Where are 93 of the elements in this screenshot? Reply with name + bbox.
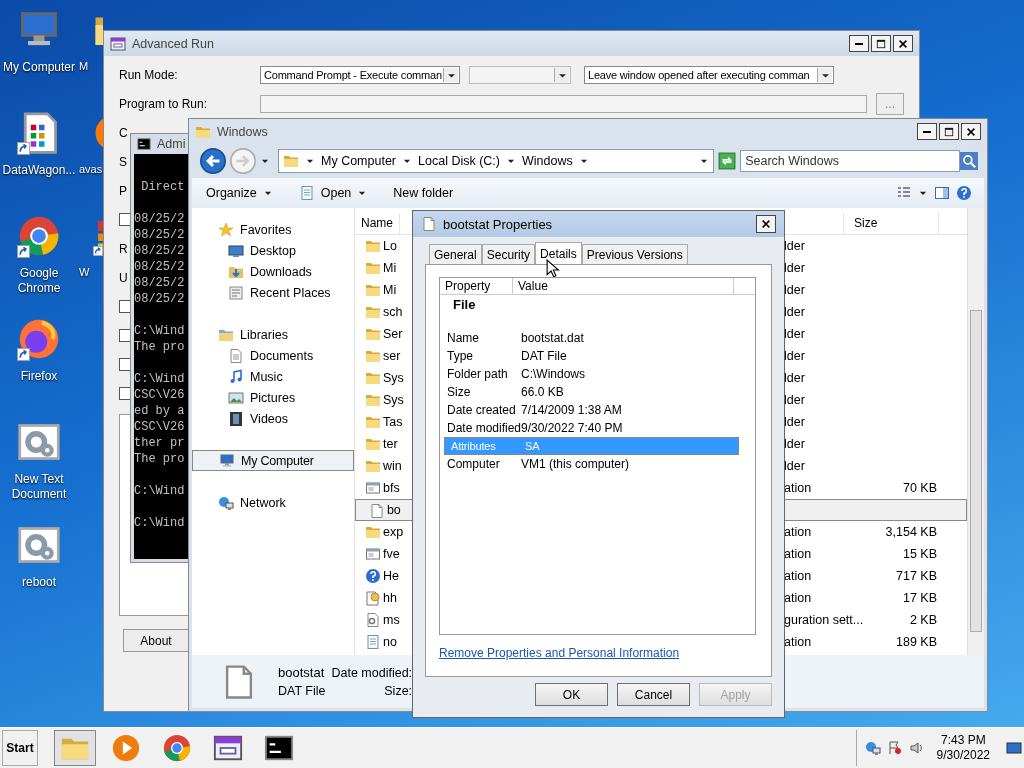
property-value: VM1 (this computer) (521, 457, 630, 471)
file-name: win (383, 459, 403, 473)
file-name: ter (383, 437, 399, 451)
field-label: C (119, 125, 129, 140)
file-type: ation (784, 525, 812, 539)
file-name: Lo (383, 239, 398, 253)
file-size: 17 KB (902, 591, 937, 605)
property-name: Size (446, 385, 472, 399)
file-type: lder (784, 261, 805, 275)
property-name: Date modified (446, 421, 521, 435)
console-line: 08/25/2 (134, 291, 185, 307)
property-value: 7/14/2009 1:38 AM (521, 403, 622, 417)
file-size: 2 KB (909, 613, 937, 627)
property-name: Folder path (446, 367, 509, 381)
file-size: 15 KB (902, 547, 937, 561)
file-name: bootstat (278, 665, 326, 680)
console-line: The pro (134, 339, 185, 355)
file-name: He (383, 569, 400, 583)
file-type: lder (784, 283, 805, 297)
console-line: ther pr (134, 435, 185, 451)
file-type: lder (784, 459, 805, 473)
field-label: S (119, 154, 128, 169)
file-name: sch (383, 305, 403, 319)
file-name: Sys (383, 371, 403, 385)
field-label: Program to Run: (119, 97, 209, 111)
console-line: 08/25/2 (134, 275, 185, 291)
file-name: ser (383, 349, 402, 363)
file-type: ation (784, 481, 812, 495)
file-size: 717 KB (896, 569, 937, 583)
file-name: Tas (383, 415, 403, 429)
file-type: lder (784, 393, 805, 407)
console-line: C:\Wind (134, 483, 185, 499)
file-type: guration sett... (784, 613, 864, 627)
console-line: CSC\V26 (134, 419, 185, 435)
file-name: Sys (383, 393, 403, 407)
console-line: 08/25/2 (134, 243, 185, 259)
file-type: ation (784, 547, 812, 561)
file-type: ation (784, 591, 812, 605)
file-type: DAT File (278, 684, 326, 698)
file-type: lder (784, 305, 805, 319)
field-label: P (119, 183, 128, 198)
file-type: lder (784, 327, 805, 341)
property-value: SA (525, 439, 540, 454)
property-name: Attributes (450, 439, 497, 454)
file-type: ation (784, 569, 812, 583)
property-name: Type (446, 349, 474, 363)
console-line: Direct (140, 179, 185, 195)
window-title: Windows (217, 124, 268, 139)
file-name: no (383, 635, 398, 649)
file-name: ms (383, 613, 401, 627)
file-name: hh (383, 591, 398, 605)
file-type: lder (784, 415, 805, 429)
property-name: Name (446, 331, 480, 345)
console-line: CSC\V26 (134, 387, 185, 403)
console-line: The pro (134, 451, 185, 467)
console-line: 08/25/2 (134, 227, 185, 243)
detail-label: Size: (384, 683, 413, 698)
property-name: Computer (446, 457, 501, 471)
console-line: 08/25/2 (134, 211, 185, 227)
field-label: U (119, 270, 129, 285)
console-line: C:\Wind (134, 371, 185, 387)
property-value: DAT File (521, 349, 567, 363)
file-type: ation (784, 635, 812, 649)
file-size: 3,154 KB (885, 525, 937, 539)
console-line: C:\Wind (134, 515, 185, 531)
file-name: bfs (383, 481, 401, 495)
window-title: Advanced Run (132, 36, 214, 51)
file-type: lder (784, 371, 805, 385)
field-label: R (119, 241, 129, 256)
property-name: Date created (446, 403, 517, 417)
file-name: exp (383, 525, 403, 539)
window-title: bootstat Properties (443, 216, 553, 232)
file-name: Ser (383, 327, 403, 341)
group-header: File (452, 296, 476, 314)
file-type: lder (784, 437, 805, 451)
file-type: lder (784, 349, 805, 363)
window-title: Admi (157, 137, 186, 151)
file-name: Mi (383, 283, 398, 297)
file-size: 189 KB (896, 635, 937, 649)
file-name: bo (387, 503, 402, 518)
console-line: C:\Wind (134, 323, 185, 339)
field-label: Run Mode: (119, 68, 179, 82)
property-value: C:\Windows (521, 367, 585, 381)
file-name: Mi (383, 261, 398, 275)
detail-label: Date modified: (331, 665, 413, 680)
property-value: 9/30/2022 7:40 PM (521, 421, 623, 435)
property-value: bootstat.dat (521, 331, 584, 345)
console-line: ed by a (134, 403, 185, 419)
file-name: fve (383, 547, 401, 561)
console-line: 08/25/2 (134, 259, 185, 275)
file-size: 70 KB (902, 481, 937, 495)
property-value: 66.0 KB (521, 385, 564, 399)
file-type: lder (784, 239, 805, 253)
